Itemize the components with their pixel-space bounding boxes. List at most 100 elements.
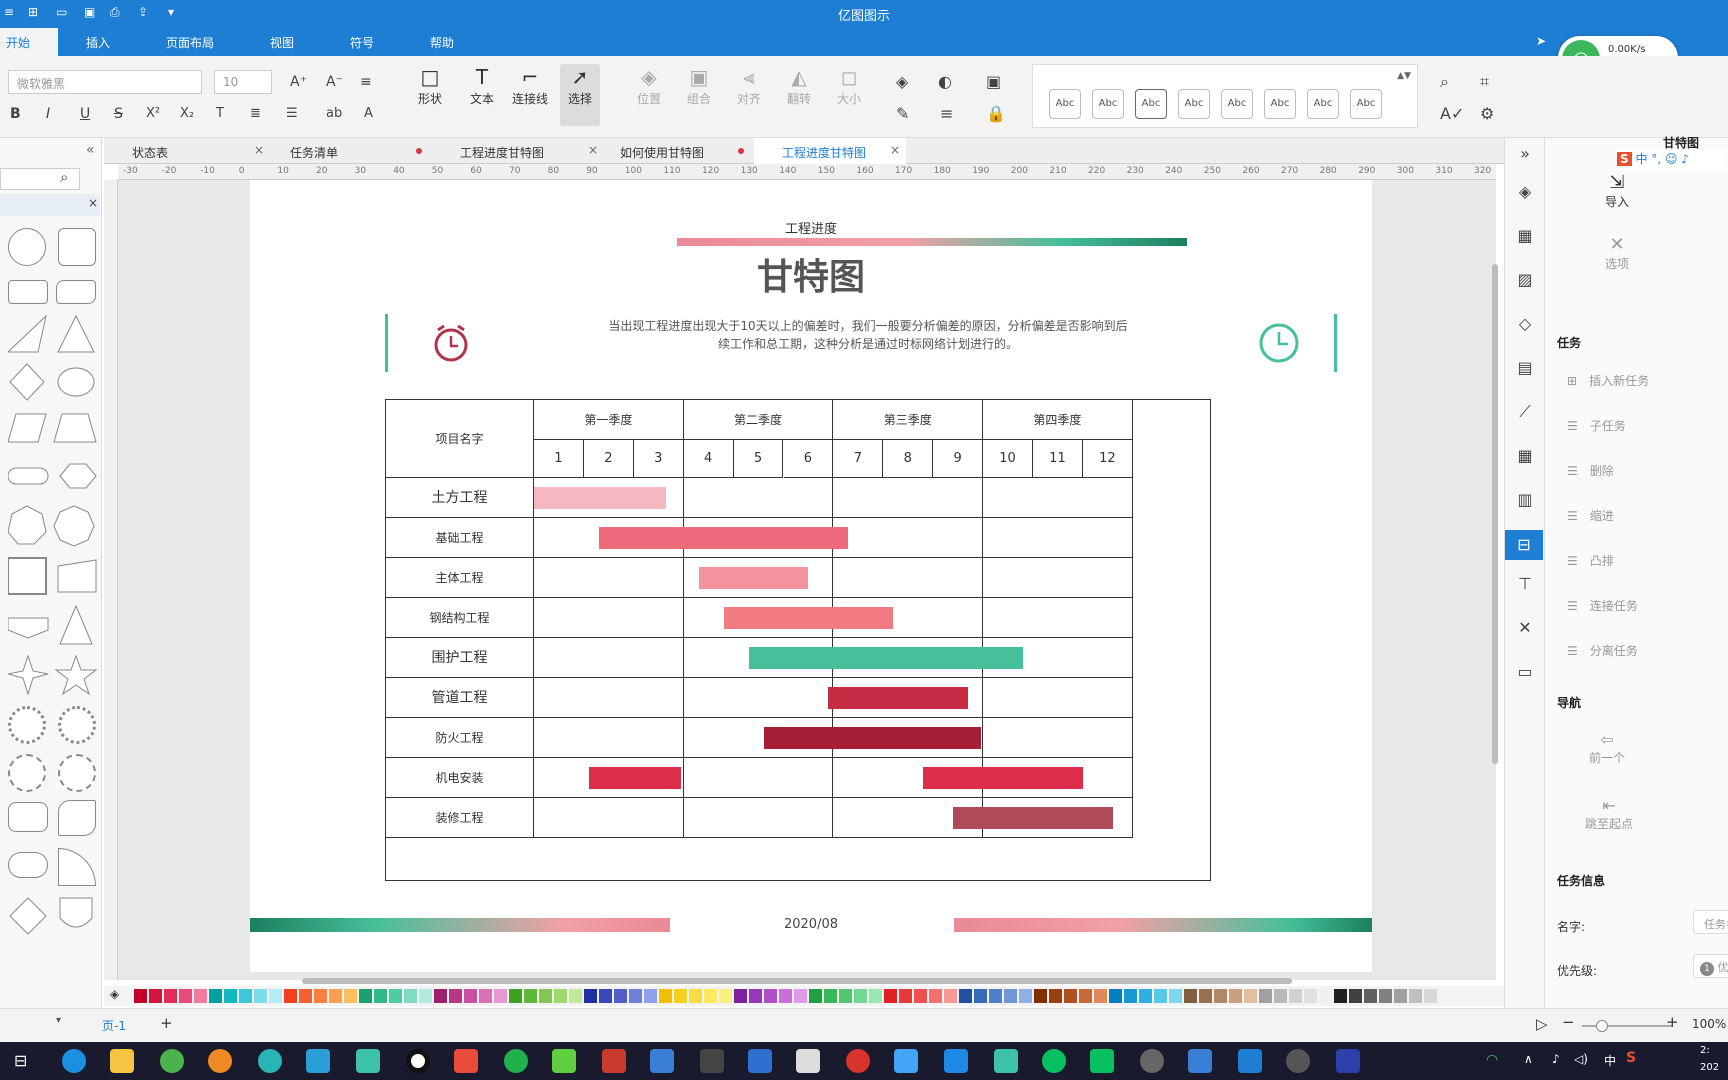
color-swatch[interactable] — [284, 989, 297, 1003]
style-4[interactable]: Abc — [1178, 89, 1210, 119]
volume-icon[interactable]: ◁) — [1574, 1052, 1588, 1066]
color-swatch[interactable] — [1169, 989, 1182, 1003]
color-swatch[interactable] — [524, 989, 537, 1003]
lock-icon[interactable]: 🔒 — [986, 104, 1006, 123]
presentation-icon[interactable]: ▭ — [1515, 662, 1535, 682]
color-swatch[interactable] — [854, 989, 867, 1003]
line-color-icon[interactable]: ✎ — [896, 104, 909, 123]
horizontal-scrollbar[interactable] — [302, 978, 1292, 984]
color-swatch[interactable] — [1214, 989, 1227, 1003]
parallelogram-shapes[interactable] — [8, 410, 98, 446]
rounded-square-shape[interactable] — [58, 228, 96, 266]
color-swatch[interactable] — [1274, 989, 1287, 1003]
color-swatch[interactable] — [719, 989, 732, 1003]
cog-shape[interactable] — [58, 754, 96, 792]
color-swatch[interactable] — [1259, 989, 1272, 1003]
circle-shape[interactable] — [8, 228, 46, 266]
page-icon[interactable]: ▤ — [1515, 358, 1535, 378]
select-tool[interactable]: ➚ 选择 — [560, 64, 600, 126]
prev-button[interactable]: ⇦ 前一个 — [1585, 730, 1629, 766]
app6-icon[interactable] — [700, 1049, 724, 1073]
color-swatch[interactable] — [314, 989, 327, 1003]
app7-icon[interactable] — [748, 1049, 772, 1073]
gantt-bar[interactable] — [698, 567, 809, 589]
notes-icon[interactable] — [356, 1049, 380, 1073]
shape-tool[interactable]: □ 形状 — [414, 64, 446, 107]
color-swatch[interactable] — [599, 989, 612, 1003]
color-swatch[interactable] — [1289, 989, 1302, 1003]
align-tool[interactable]: ⫷ 对齐 — [734, 64, 764, 107]
tab-home[interactable]: 开始 — [0, 28, 58, 56]
color-swatch[interactable] — [224, 989, 237, 1003]
no-fill-icon[interactable]: ◈ — [110, 987, 119, 1001]
gantt-bar[interactable] — [923, 767, 1083, 789]
zoom-in-icon[interactable]: + — [1666, 1013, 1679, 1031]
color-swatch[interactable] — [704, 989, 717, 1003]
doc-tab[interactable]: 工程进度甘特图 × — [432, 138, 604, 164]
app5-icon[interactable] — [650, 1049, 674, 1073]
color-swatch[interactable] — [344, 989, 357, 1003]
search-icon[interactable]: ⌕ — [60, 168, 68, 186]
table-icon[interactable]: ▦ — [1515, 446, 1535, 466]
close-library-icon[interactable]: × — [88, 196, 98, 210]
color-swatch[interactable] — [374, 989, 387, 1003]
color-swatch[interactable] — [1334, 989, 1347, 1003]
diamond-ellipse-shapes[interactable] — [8, 362, 98, 402]
gantt-bar[interactable] — [534, 487, 667, 509]
folder-icon[interactable] — [110, 1049, 134, 1073]
cloud-shape[interactable] — [8, 852, 48, 878]
rect-shape[interactable] — [8, 280, 48, 304]
color-swatch[interactable] — [884, 989, 897, 1003]
app11-icon[interactable] — [994, 1049, 1018, 1073]
color-swatch[interactable] — [749, 989, 762, 1003]
color-swatch[interactable] — [614, 989, 627, 1003]
subtask-button[interactable]: ☰ 子任务 — [1567, 417, 1626, 434]
color-swatch[interactable] — [644, 989, 657, 1003]
browser-icon[interactable] — [160, 1049, 184, 1073]
bullet-list-icon[interactable]: ☰ — [286, 106, 298, 121]
plaque-shape[interactable] — [8, 802, 48, 832]
color-swatch[interactable] — [1319, 989, 1332, 1003]
color-swatch[interactable] — [1094, 989, 1107, 1003]
color-swatch[interactable] — [239, 989, 252, 1003]
indent-button[interactable]: ☰ 缩进 — [1567, 507, 1614, 524]
gantt-bar[interactable] — [828, 687, 969, 709]
arrange-icon[interactable]: ⚙ — [1480, 104, 1494, 123]
color-swatch[interactable] — [929, 989, 942, 1003]
check-icon[interactable] — [552, 1049, 576, 1073]
color-swatch[interactable] — [974, 989, 987, 1003]
expand-icon[interactable]: » — [1515, 144, 1535, 164]
strikethrough-icon[interactable]: S — [114, 106, 123, 122]
app8-icon[interactable] — [796, 1049, 820, 1073]
underline-icon[interactable]: U — [80, 106, 90, 122]
color-swatch[interactable] — [824, 989, 837, 1003]
text-case-icon[interactable]: ab — [326, 106, 342, 121]
doc-tab[interactable]: 状态表 × — [104, 138, 270, 164]
color-swatch[interactable] — [389, 989, 402, 1003]
color-swatch[interactable] — [149, 989, 162, 1003]
wechat-icon[interactable] — [1042, 1049, 1066, 1073]
gantt-icon[interactable]: ⊟ — [1505, 530, 1543, 560]
quarter-circle-shape[interactable] — [58, 848, 96, 886]
font-color-icon[interactable]: A — [364, 106, 373, 121]
color-swatch[interactable] — [299, 989, 312, 1003]
task-view-icon[interactable]: ⊟ — [14, 1051, 27, 1070]
tray-expand-icon[interactable]: ∧ — [1524, 1052, 1533, 1066]
color-swatch[interactable] — [1004, 989, 1017, 1003]
app13-icon[interactable] — [1188, 1049, 1212, 1073]
cloud-icon[interactable] — [894, 1049, 918, 1073]
triangle-shapes[interactable] — [8, 314, 98, 354]
style-7[interactable]: Abc — [1307, 89, 1339, 119]
color-swatch[interactable] — [479, 989, 492, 1003]
font-family-select[interactable]: 微软雅黑 — [8, 70, 202, 94]
find-icon[interactable]: ⌕ — [1440, 72, 1449, 92]
image-icon[interactable]: ▨ — [1515, 270, 1535, 290]
app3-icon[interactable] — [504, 1049, 528, 1073]
color-swatch[interactable] — [254, 989, 267, 1003]
app4-icon[interactable] — [602, 1049, 626, 1073]
burst-shape[interactable] — [8, 706, 46, 744]
doc-tab[interactable]: 任务清单 — [262, 138, 432, 164]
color-swatch[interactable] — [764, 989, 777, 1003]
app9-icon[interactable] — [846, 1049, 870, 1073]
color-swatch[interactable] — [989, 989, 1002, 1003]
